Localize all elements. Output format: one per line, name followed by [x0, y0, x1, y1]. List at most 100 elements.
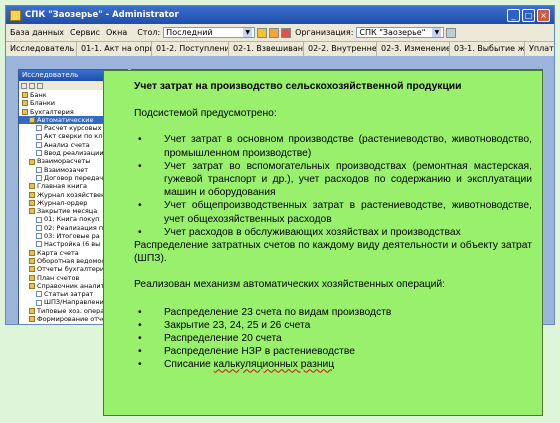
slide-paragraph-mechanism: Реализован механизм автоматических хозяй…: [134, 279, 446, 291]
document-icon: [36, 233, 42, 240]
stol-label: Стол:: [137, 28, 161, 37]
tab-doc-6[interactable]: 03-1. Выбытие жив...: [450, 42, 525, 56]
menu-windows[interactable]: Окна: [106, 28, 127, 37]
document-icon: [36, 141, 42, 148]
folder-icon: [22, 324, 28, 325]
document-icon: [36, 224, 42, 231]
folder-icon: [29, 191, 35, 198]
list-item: Списание калькуляционных разниц: [138, 358, 532, 371]
list-item: Учет общепроизводственных затрат в расте…: [138, 199, 532, 225]
app-icon: [10, 9, 21, 21]
folder-icon: [29, 200, 35, 206]
tree-item-label: Журнал хозяйственн: [37, 190, 110, 199]
document-icon: [36, 125, 42, 132]
tab-doc-5[interactable]: 02-3. Изменение г...: [377, 42, 450, 56]
tab-doc-2[interactable]: 01-2. Поступление...: [152, 42, 229, 56]
tree-item-label: Банк: [30, 91, 47, 99]
org-select[interactable]: СПК "Заозерье" ▼: [356, 27, 445, 38]
document-icon: [36, 299, 42, 306]
tab-explorer[interactable]: Исследователь: [6, 42, 77, 56]
folder-icon: [29, 249, 35, 256]
folder-icon: [29, 266, 35, 273]
tree-item-label: Журнал-ордер: [37, 198, 88, 207]
close-button[interactable]: ×: [537, 8, 550, 22]
folder-icon: [29, 316, 35, 323]
operations-list: Распределение 23 счета по видам производ…: [134, 306, 532, 372]
folder-icon: [22, 108, 28, 115]
list-item: Учет расходов в обслуживающих хозяйствах…: [138, 226, 532, 239]
tree-item-label: Настройка (6 вы: [44, 240, 101, 249]
menu-database[interactable]: База данных: [10, 28, 64, 37]
document-icon: [36, 216, 42, 223]
tree-item-label: 03: Итоговые ра: [44, 232, 100, 241]
list-item: Распределение 20 счета: [138, 332, 532, 345]
settings-icon[interactable]: [446, 27, 457, 38]
folder-icon: [22, 92, 28, 99]
list-item-word: калькуляционных разниц: [213, 359, 335, 371]
tree-item-label: Договор передачи: [44, 173, 108, 182]
tree-item-label: Взаиморасчеты: [37, 157, 91, 166]
list-item-prefix: Списание: [164, 359, 214, 371]
folder-icon: [29, 307, 35, 314]
folder-icon: [29, 208, 35, 215]
list-item: Учет затрат во вспомогательных производс…: [138, 160, 532, 200]
stol-select[interactable]: Последний ▼: [163, 27, 256, 38]
refresh-icon[interactable]: [37, 82, 43, 89]
tree-item-label: Бухгалтерия: [30, 107, 74, 116]
delete-icon[interactable]: [281, 27, 292, 38]
tree-item-label: Главная книга: [37, 182, 87, 191]
tree-item-label: 02: Реализация п: [44, 223, 104, 232]
tab-doc-7[interactable]: Уплатность жив: [525, 42, 554, 56]
tree-item-label: Отчеты бухгалтерии: [37, 265, 109, 274]
document-icon: [36, 166, 42, 173]
list-item: Учет затрат в основном производстве (рас…: [138, 133, 532, 159]
document-icon: [36, 175, 42, 182]
window-title: СПК "Заозерье" - Administrator: [25, 10, 179, 20]
explorer-title: Исследователь: [22, 71, 79, 79]
list-item: Распределение 23 счета по видам производ…: [138, 306, 532, 319]
tree-item-label: Взаимозачет: [44, 165, 89, 174]
tree-item-label: Бланки: [30, 99, 55, 108]
slide-intro: Подсистемой предусмотрено:: [134, 108, 277, 120]
minimize-button[interactable]: _: [507, 8, 520, 22]
tree-item-label: Справочник аналити: [37, 281, 109, 290]
stol-value: Последний: [166, 28, 213, 37]
slide-text-box: Учет затрат на производство сельскохозяй…: [103, 70, 543, 416]
document-tabs: Исследователь 01-1. Акт на опри... 01-2.…: [6, 42, 554, 57]
toolbar: База данных Сервис Окна Стол: Последний …: [6, 24, 554, 42]
maximize-button[interactable]: □: [522, 8, 535, 22]
list-item: Закрытие 23, 24, 25 и 26 счета: [138, 319, 532, 332]
org-value: СПК "Заозерье": [359, 28, 426, 37]
slide-title: Учет затрат на производство сельскохозяй…: [134, 81, 462, 92]
folder-icon: [29, 274, 35, 281]
tree-item-label: ШПЗ/Направления: [44, 298, 108, 307]
folder-icon: [29, 282, 35, 289]
document-icon: [36, 133, 42, 140]
folder-icon: [29, 258, 35, 265]
chevron-down-icon: ▼: [243, 28, 253, 37]
slide-paragraph-distribution: Распределение затратных счетов по каждом…: [134, 240, 532, 265]
menu-service[interactable]: Сервис: [70, 28, 100, 37]
chevron-down-icon: ▼: [432, 28, 442, 37]
folder-icon[interactable]: [257, 27, 268, 38]
forward-icon[interactable]: [29, 82, 35, 89]
tree-item-label: Живые на выращива: [30, 323, 102, 324]
tree-item-label: Формирование отчет: [37, 315, 110, 324]
check-icon[interactable]: [269, 27, 280, 38]
folder-icon: [29, 183, 35, 190]
folder-icon: [29, 117, 35, 124]
tree-item-label: Типовые хоз. операц: [37, 306, 109, 315]
document-icon: [36, 241, 42, 248]
tree-item-label: 01: Книга покуп: [44, 215, 100, 224]
tree-item-label: Анализ счета: [44, 140, 90, 149]
tree-item-label: Карта счета: [37, 248, 79, 257]
tree-item-label: Автоматические: [37, 115, 94, 124]
list-item: Распределение НЗР в растениеводстве: [138, 345, 532, 358]
tree-item-label: Оборотная ведомост: [37, 256, 109, 265]
tab-doc-4[interactable]: 02-2. Внутреннее ...: [304, 42, 377, 56]
folder-icon: [22, 100, 28, 107]
tab-doc-3[interactable]: 02-1. Взвешивание...: [229, 42, 304, 56]
tree-item-label: Расчет курсовых: [44, 124, 102, 133]
back-icon[interactable]: [21, 82, 27, 89]
tab-doc-1[interactable]: 01-1. Акт на опри...: [77, 42, 152, 56]
